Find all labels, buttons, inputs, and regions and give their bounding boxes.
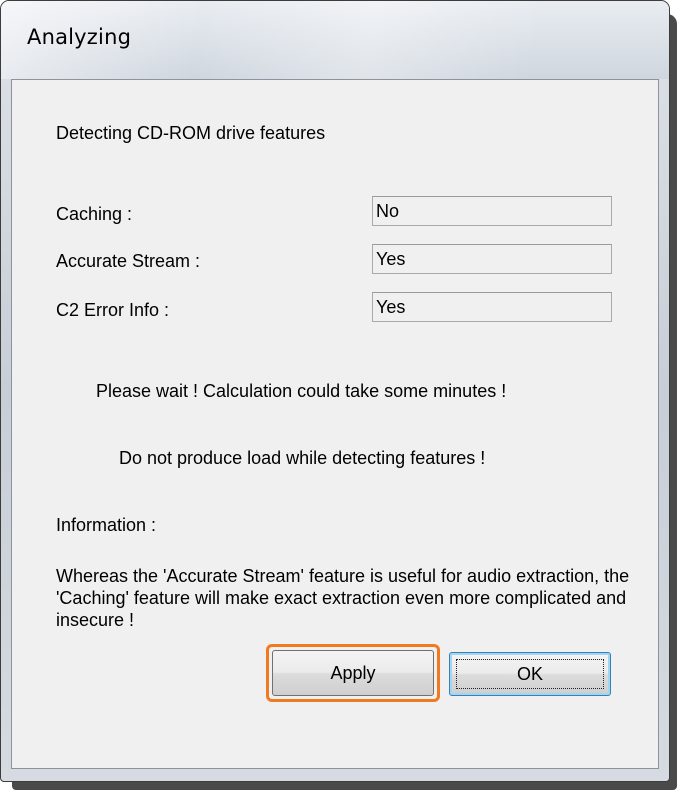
c2-error-info-label: C2 Error Info : bbox=[56, 300, 170, 320]
wait-message: Please wait ! Calculation could take som… bbox=[96, 381, 507, 401]
detecting-heading: Detecting CD-ROM drive features bbox=[56, 123, 326, 143]
information-label: Information : bbox=[56, 515, 157, 535]
load-warning: Do not produce load while detecting feat… bbox=[119, 448, 486, 468]
caching-value-field: No bbox=[372, 196, 612, 226]
window-title: Analyzing bbox=[27, 25, 132, 49]
dialog-window: Analyzing Detecting CD-ROM drive feature… bbox=[0, 0, 670, 782]
accurate-stream-value-field: Yes bbox=[372, 244, 612, 274]
apply-button[interactable]: Apply bbox=[272, 650, 434, 696]
information-text: Whereas the 'Accurate Stream' feature is… bbox=[56, 566, 630, 630]
accurate-stream-label: Accurate Stream : bbox=[56, 251, 201, 271]
caching-label: Caching : bbox=[56, 204, 133, 224]
title-bar[interactable]: Analyzing bbox=[1, 1, 669, 79]
dialog-body: Detecting CD-ROM drive features Caching … bbox=[11, 79, 659, 769]
c2-error-info-value-field: Yes bbox=[372, 292, 612, 322]
focus-rectangle bbox=[456, 659, 604, 689]
ok-button[interactable]: OK bbox=[449, 652, 611, 696]
